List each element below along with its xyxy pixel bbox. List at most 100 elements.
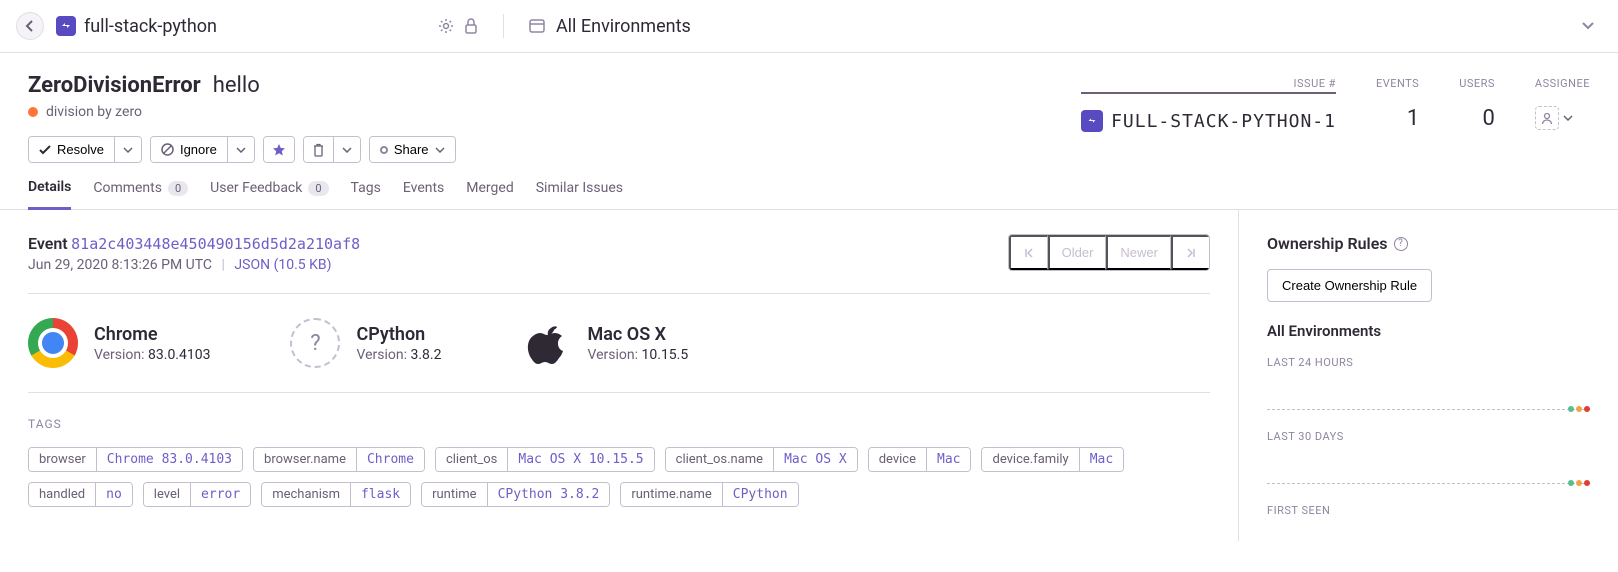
tag-pill[interactable]: runtimeCPython 3.8.2 — [421, 482, 610, 507]
tag-value[interactable]: CPython — [723, 483, 798, 506]
tag-key: browser.name — [254, 448, 357, 471]
tag-key: runtime.name — [621, 483, 722, 506]
pager-first[interactable] — [1009, 235, 1048, 270]
share-button[interactable]: Share — [370, 137, 455, 162]
tab-similar[interactable]: Similar Issues — [536, 179, 623, 209]
tab-comments[interactable]: Comments 0 — [93, 179, 188, 209]
back-button[interactable] — [16, 12, 44, 40]
tag-pill[interactable]: client_osMac OS X 10.15.5 — [435, 447, 655, 472]
last-icon — [1185, 247, 1197, 259]
chevron-down-icon — [236, 147, 246, 153]
context-browser[interactable]: Chrome Version: 83.0.4103 — [28, 318, 210, 368]
feedback-count-badge: 0 — [308, 181, 328, 196]
tag-value[interactable]: error — [191, 483, 250, 506]
apple-icon — [522, 318, 572, 368]
tab-details[interactable]: Details — [28, 179, 71, 210]
question-icon: ? — [290, 318, 340, 368]
issue-title: ZeroDivisionError — [28, 73, 201, 98]
tag-pill[interactable]: mechanismflask — [261, 482, 411, 507]
star-icon — [272, 143, 286, 157]
tag-pill[interactable]: handledno — [28, 482, 133, 507]
help-icon[interactable]: ? — [1394, 237, 1408, 251]
runtime-name: CPython — [356, 324, 441, 345]
delete-button[interactable] — [304, 137, 333, 162]
context-os[interactable]: Mac OS X Version: 10.15.5 — [522, 318, 689, 368]
chevron-down-icon — [342, 147, 352, 153]
issue-header: ZeroDivisionError hello division by zero… — [0, 53, 1618, 163]
tag-key: level — [144, 483, 191, 506]
tag-value[interactable]: flask — [351, 483, 410, 506]
tag-key: mechanism — [262, 483, 351, 506]
tab-tags[interactable]: Tags — [351, 179, 381, 209]
chevron-down-icon — [1582, 22, 1594, 30]
tag-pill[interactable]: levelerror — [143, 482, 251, 507]
resolve-button[interactable]: Resolve — [29, 137, 114, 162]
issue-short-id[interactable]: FULL-STACK-PYTHON-1 — [1111, 111, 1336, 132]
tag-pill[interactable]: browserChrome 83.0.4103 — [28, 447, 243, 472]
tag-key: device — [869, 448, 927, 471]
divider — [503, 14, 504, 38]
tab-user-feedback[interactable]: User Feedback 0 — [210, 179, 328, 209]
project-icon — [56, 16, 76, 36]
assignee-selector[interactable] — [1535, 106, 1590, 130]
resolve-dropdown[interactable] — [114, 137, 141, 162]
environment-selector[interactable]: All Environments — [528, 16, 1602, 37]
tag-pill[interactable]: client_os.nameMac OS X — [665, 447, 858, 472]
window-icon — [528, 17, 546, 35]
events-stat-label: EVENTS — [1376, 77, 1419, 90]
last-30-days-label: LAST 30 DAYS — [1267, 430, 1590, 443]
event-timestamp: Jun 29, 2020 8:13:26 PM UTC — [28, 257, 212, 273]
tags-list: browserChrome 83.0.4103browser.nameChrom… — [28, 447, 1210, 507]
ignore-dropdown[interactable] — [227, 137, 254, 162]
context-summary: Chrome Version: 83.0.4103 ? CPython Vers… — [28, 293, 1210, 393]
tag-value[interactable]: Mac OS X 10.15.5 — [508, 448, 653, 471]
action-bar: Resolve Ignore — [28, 136, 1081, 163]
event-id-link[interactable]: 81a2c403448e450490156d5d2a210af8 — [71, 235, 360, 253]
tag-key: client_os — [436, 448, 508, 471]
issue-culprit: hello — [213, 73, 260, 98]
environment-label: All Environments — [556, 16, 691, 37]
bookmark-button[interactable] — [264, 137, 294, 162]
users-stat-value[interactable]: 0 — [1459, 106, 1495, 131]
pager-last[interactable] — [1171, 235, 1209, 270]
first-icon — [1023, 247, 1035, 259]
pager-older[interactable]: Older — [1048, 235, 1107, 270]
issue-number-header[interactable]: ISSUE # — [1081, 77, 1336, 94]
issue-message: division by zero — [46, 104, 142, 120]
events-stat-value[interactable]: 1 — [1376, 106, 1419, 131]
tag-pill[interactable]: device.familyMac — [981, 447, 1124, 472]
pager-newer[interactable]: Newer — [1106, 235, 1171, 270]
tags-heading: TAGS — [28, 417, 1210, 431]
chevron-down-icon — [435, 147, 445, 153]
gear-icon[interactable] — [437, 17, 455, 35]
ignore-button[interactable]: Ignore — [151, 137, 227, 162]
tag-value[interactable]: Chrome — [357, 448, 424, 471]
tag-value[interactable]: no — [96, 483, 132, 506]
circle-icon — [380, 146, 388, 154]
chevron-down-icon — [1563, 115, 1573, 121]
comments-count-badge: 0 — [168, 181, 188, 196]
event-json-link[interactable]: JSON (10.5 KB) — [234, 257, 331, 273]
browser-name: Chrome — [94, 324, 210, 345]
tag-value[interactable]: Mac — [1080, 448, 1123, 471]
tab-events[interactable]: Events — [403, 179, 444, 209]
tag-pill[interactable]: browser.nameChrome — [253, 447, 425, 472]
context-runtime[interactable]: ? CPython Version: 3.8.2 — [290, 318, 441, 368]
chrome-icon — [28, 318, 78, 368]
sparkline-24h — [1267, 409, 1590, 410]
tag-pill[interactable]: runtime.nameCPython — [620, 482, 798, 507]
users-stat-label: USERS — [1459, 77, 1495, 90]
os-name: Mac OS X — [588, 324, 689, 345]
chevron-down-icon — [123, 147, 133, 153]
tag-value[interactable]: Chrome 83.0.4103 — [97, 448, 242, 471]
tag-value[interactable]: Mac — [927, 448, 970, 471]
tag-value[interactable]: Mac OS X — [774, 448, 857, 471]
create-ownership-rule-button[interactable]: Create Ownership Rule — [1267, 269, 1432, 302]
delete-dropdown[interactable] — [333, 137, 360, 162]
tab-merged[interactable]: Merged — [466, 179, 513, 209]
project-name[interactable]: full-stack-python — [84, 16, 217, 37]
tag-pill[interactable]: deviceMac — [868, 447, 972, 472]
lock-icon[interactable] — [463, 17, 479, 35]
level-indicator — [28, 107, 38, 117]
tag-value[interactable]: CPython 3.8.2 — [488, 483, 610, 506]
